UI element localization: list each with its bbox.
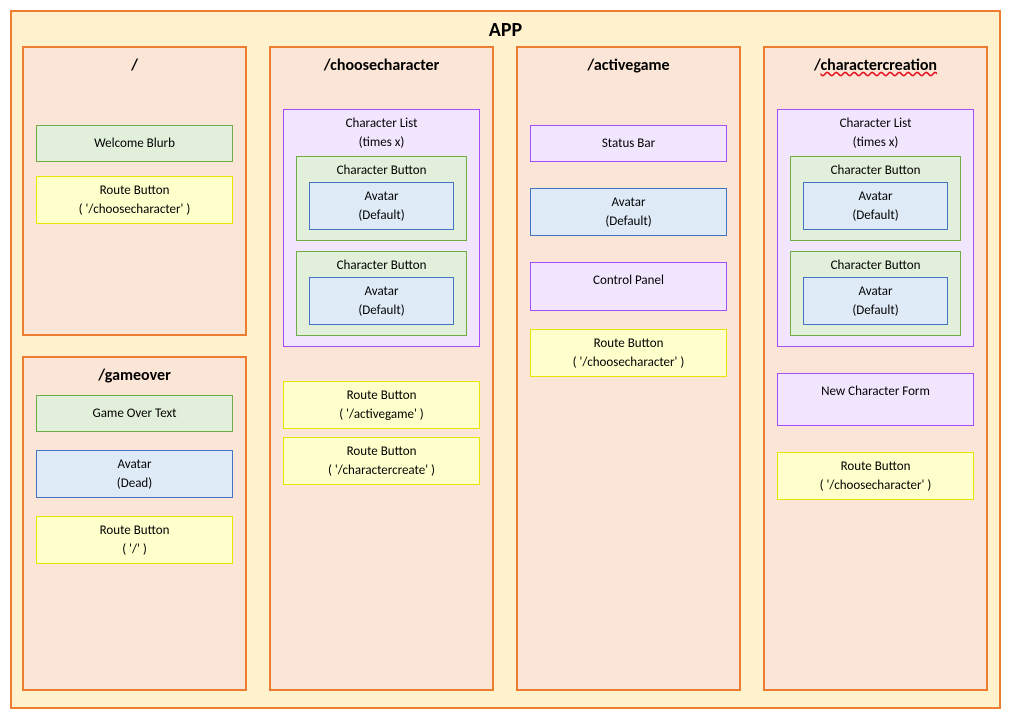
column-choosecharacter: /choosecharacter Character List (times x… [269,46,494,691]
route-button-target: ( '/choosecharacter' ) [539,355,718,370]
app-title: APP [22,18,989,42]
column-home-gameover: / Welcome Blurb Route Button ( '/choosec… [22,46,247,691]
route-activegame-title: /activegame [530,56,727,75]
avatar-default: Avatar (Default) [309,277,454,325]
avatar-label: Avatar [812,189,939,204]
route-activegame-panel: /activegame Status Bar Avatar (Default) … [516,46,741,691]
route-gameover-panel: /gameover Game Over Text Avatar (Dead) R… [22,356,247,691]
character-button-label: Character Button [799,258,952,273]
route-button-choosecharacter[interactable]: Route Button ( '/choosecharacter' ) [777,452,974,500]
character-list-label: Character List [292,116,471,131]
avatar-label: Avatar [812,284,939,299]
character-list-items: Character Button Avatar (Default) Charac… [292,156,471,336]
avatar-label: Avatar [45,457,224,472]
avatar-variant: (Default) [812,303,939,318]
character-button-label: Character Button [305,258,458,273]
avatar-variant: (Default) [318,303,445,318]
avatar-default: Avatar (Default) [309,182,454,230]
character-list-count: (times x) [292,135,471,150]
avatar-default: Avatar (Default) [803,277,948,325]
avatar-variant: (Dead) [45,476,224,491]
app-container: APP / Welcome Blurb Route Button ( '/cho… [10,10,1001,709]
character-list: Character List (times x) Character Butto… [777,109,974,347]
avatar-variant: (Default) [812,208,939,223]
route-button-target: ( '/choosecharacter' ) [786,478,965,493]
route-charactercreation-title: /charactercreation [777,56,974,75]
route-button-target: ( '/choosecharacter' ) [45,202,224,217]
column-activegame: /activegame Status Bar Avatar (Default) … [516,46,741,691]
character-list: Character List (times x) Character Butto… [283,109,480,347]
route-button-label: Route Button [539,336,718,351]
avatar-label: Avatar [318,284,445,299]
route-home-body: Welcome Blurb Route Button ( '/choosecha… [36,125,233,224]
choosecharacter-buttons: Route Button ( '/activegame' ) Route But… [283,381,480,485]
route-gameover-title: /gameover [36,366,233,385]
route-home-panel: / Welcome Blurb Route Button ( '/choosec… [22,46,247,336]
route-activegame-body: Status Bar Avatar (Default) Control Pane… [530,125,727,377]
control-panel[interactable]: Control Panel [530,262,727,311]
avatar-variant: (Default) [318,208,445,223]
route-button-target: ( '/' ) [45,542,224,557]
avatar-label: Avatar [539,195,718,210]
route-button-target: ( '/activegame' ) [292,407,471,422]
route-button-home[interactable]: Route Button ( '/' ) [36,516,233,564]
columns: / Welcome Blurb Route Button ( '/choosec… [22,46,989,691]
character-button[interactable]: Character Button Avatar (Default) [790,251,961,336]
route-button-label: Route Button [45,523,224,538]
route-title-word: charactercreation [820,56,937,75]
route-charactercreation-panel: /charactercreation Character List (times… [763,46,988,691]
character-button[interactable]: Character Button Avatar (Default) [296,156,467,241]
route-home-title: / [36,56,233,75]
character-button-label: Character Button [799,163,952,178]
avatar-default: Avatar (Default) [803,182,948,230]
game-over-text: Game Over Text [36,395,233,432]
character-button-label: Character Button [305,163,458,178]
character-button[interactable]: Character Button Avatar (Default) [790,156,961,241]
character-list-count: (times x) [786,135,965,150]
welcome-blurb: Welcome Blurb [36,125,233,162]
avatar-dead: Avatar (Dead) [36,450,233,498]
route-button-target: ( '/charactercreate' ) [292,463,471,478]
route-button-label: Route Button [45,183,224,198]
route-button-choosecharacter[interactable]: Route Button ( '/choosecharacter' ) [530,329,727,377]
route-gameover-body: Game Over Text Avatar (Dead) Route Butto… [36,395,233,564]
route-button-label: Route Button [786,459,965,474]
route-choosecharacter-title: /choosecharacter [283,56,480,75]
character-list-label: Character List [786,116,965,131]
character-button[interactable]: Character Button Avatar (Default) [296,251,467,336]
route-button-label: Route Button [292,388,471,403]
avatar-label: Avatar [318,189,445,204]
character-list-items: Character Button Avatar (Default) Charac… [786,156,965,336]
avatar-default: Avatar (Default) [530,188,727,236]
route-button-choosecharacter[interactable]: Route Button ( '/choosecharacter' ) [36,176,233,224]
route-button-charactercreate[interactable]: Route Button ( '/charactercreate' ) [283,437,480,485]
route-button-activegame[interactable]: Route Button ( '/activegame' ) [283,381,480,429]
column-charactercreation: /charactercreation Character List (times… [763,46,988,691]
status-bar: Status Bar [530,125,727,162]
route-button-label: Route Button [292,444,471,459]
avatar-variant: (Default) [539,214,718,229]
route-choosecharacter-panel: /choosecharacter Character List (times x… [269,46,494,691]
new-character-form[interactable]: New Character Form [777,373,974,426]
